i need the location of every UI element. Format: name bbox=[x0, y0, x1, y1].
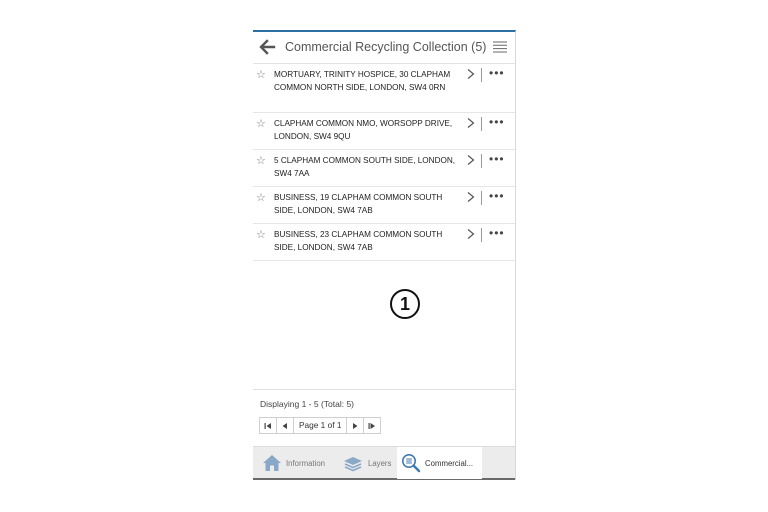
back-arrow-icon[interactable] bbox=[258, 38, 276, 56]
list-item[interactable]: ☆ BUSINESS, 23 CLAPHAM COMMON SOUTH SIDE… bbox=[253, 224, 515, 261]
first-page-button[interactable] bbox=[260, 418, 277, 433]
first-page-icon bbox=[264, 422, 271, 429]
tab-label: Commercial... bbox=[425, 458, 474, 468]
tab-label: Layers bbox=[368, 458, 392, 468]
list-item[interactable]: ☆ BUSINESS, 19 CLAPHAM COMMON SOUTH SIDE… bbox=[253, 187, 515, 224]
next-page-button[interactable] bbox=[347, 418, 365, 433]
chevron-right-icon[interactable] bbox=[467, 229, 475, 239]
last-page-button[interactable] bbox=[364, 418, 380, 433]
panel-header: Commercial Recycling Collection (5) bbox=[253, 32, 515, 64]
tab-label: Information bbox=[286, 458, 326, 468]
divider bbox=[253, 389, 515, 390]
divider bbox=[481, 68, 482, 82]
star-icon[interactable]: ☆ bbox=[256, 68, 266, 81]
hamburger-menu-icon[interactable] bbox=[493, 41, 507, 53]
pagination-controls: Page 1 of 1 bbox=[259, 417, 382, 434]
chevron-right-icon[interactable] bbox=[467, 192, 475, 202]
chevron-right-icon[interactable] bbox=[467, 69, 475, 79]
more-options-icon[interactable]: ••• bbox=[489, 226, 505, 240]
results-panel: Commercial Recycling Collection (5) ☆ MO… bbox=[253, 30, 516, 480]
divider bbox=[481, 191, 482, 205]
address-text: 5 CLAPHAM COMMON SOUTH SIDE, LONDON, SW4… bbox=[274, 156, 456, 178]
page-indicator: Page 1 of 1 bbox=[294, 418, 348, 433]
tab-information[interactable]: Information bbox=[262, 447, 325, 479]
divider bbox=[481, 117, 482, 131]
chevron-right-icon[interactable] bbox=[467, 155, 475, 165]
address-text: CLAPHAM COMMON NMO, WORSOPP DRIVE, LONDO… bbox=[274, 119, 453, 141]
more-options-icon[interactable]: ••• bbox=[489, 189, 505, 203]
page-title: Commercial Recycling Collection (5) bbox=[285, 40, 487, 54]
more-options-icon[interactable]: ••• bbox=[489, 115, 505, 129]
next-page-icon bbox=[353, 422, 358, 429]
more-options-icon[interactable]: ••• bbox=[489, 66, 505, 80]
address-text: BUSINESS, 19 CLAPHAM COMMON SOUTH SIDE, … bbox=[274, 193, 443, 215]
numbered-marker: 1 bbox=[390, 289, 420, 319]
home-icon bbox=[263, 455, 281, 471]
star-icon[interactable]: ☆ bbox=[256, 191, 266, 204]
tab-layers[interactable]: Layers bbox=[342, 447, 391, 479]
previous-page-button[interactable] bbox=[277, 418, 294, 433]
star-icon[interactable]: ☆ bbox=[256, 228, 266, 241]
display-count-text: Displaying 1 - 5 (Total: 5) bbox=[260, 399, 355, 409]
address-text: MORTUARY, TRINITY HOSPICE, 30 CLAPHAM CO… bbox=[274, 70, 451, 92]
address-text: BUSINESS, 23 CLAPHAM COMMON SOUTH SIDE, … bbox=[274, 230, 443, 252]
chevron-right-icon[interactable] bbox=[467, 118, 475, 128]
last-page-icon bbox=[368, 422, 376, 429]
layers-icon bbox=[344, 457, 362, 472]
search-list-icon bbox=[402, 454, 421, 473]
divider bbox=[481, 228, 482, 242]
bottom-tab-bar: Information Layers Commercial... bbox=[253, 446, 515, 480]
star-icon[interactable]: ☆ bbox=[256, 117, 266, 130]
list-item[interactable]: ☆ CLAPHAM COMMON NMO, WORSOPP DRIVE, LON… bbox=[253, 113, 515, 150]
tab-commercial[interactable]: Commercial... bbox=[397, 447, 482, 479]
list-item[interactable]: ☆ 5 CLAPHAM COMMON SOUTH SIDE, LONDON, S… bbox=[253, 150, 515, 187]
results-list: ☆ MORTUARY, TRINITY HOSPICE, 30 CLAPHAM … bbox=[253, 64, 515, 261]
divider bbox=[481, 154, 482, 168]
previous-page-icon bbox=[282, 422, 287, 429]
more-options-icon[interactable]: ••• bbox=[489, 152, 505, 166]
star-icon[interactable]: ☆ bbox=[256, 154, 266, 167]
list-item[interactable]: ☆ MORTUARY, TRINITY HOSPICE, 30 CLAPHAM … bbox=[253, 64, 515, 113]
